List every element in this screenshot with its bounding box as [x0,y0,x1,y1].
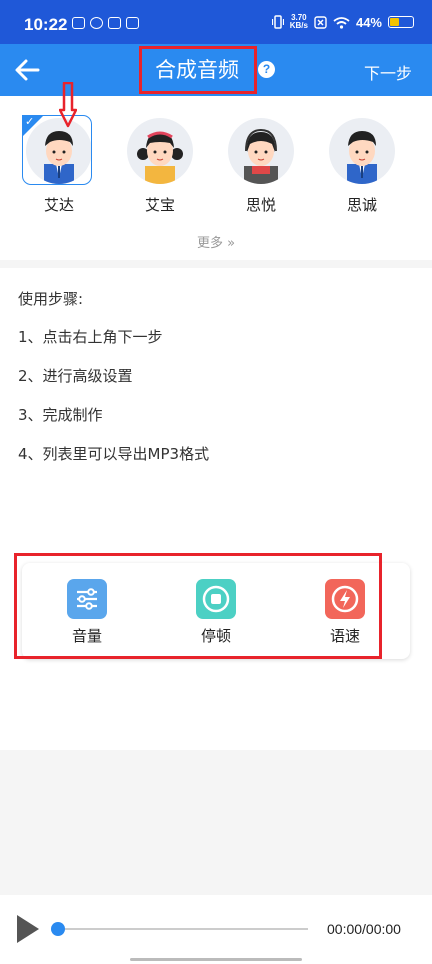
battery-level [390,18,399,26]
notification-icons [72,17,139,29]
male-avatar-icon [347,131,377,184]
step-item: 1、点击右上角下一步 [18,328,163,346]
voice-name: 思悦 [245,196,276,214]
title-highlight-box [139,46,257,94]
voice-item-aibao[interactable]: 艾宝 [125,118,195,215]
step-item: 4、列表里可以导出MP3格式 [18,445,210,463]
vibrate-icon [271,15,284,29]
avatar-sicheng [329,118,395,184]
step-item: 2、进行高级设置 [18,367,133,385]
progress-knob[interactable] [51,922,65,936]
play-icon[interactable] [17,915,39,943]
section-divider [0,260,432,268]
network-speed: 3.70 KB/s [289,13,308,30]
home-indicator[interactable] [130,958,302,961]
voice-item-sicheng[interactable]: 思诚 [327,118,397,215]
controls-highlight-box [14,553,382,659]
back-arrow-icon[interactable] [12,54,44,86]
wifi-icon [333,16,350,29]
progress-slider[interactable] [54,928,308,930]
audio-player: 00:00/00:00 [0,895,432,964]
headset-avatar-icon [244,128,278,184]
avatar-aibao [127,118,193,184]
empty-area [0,750,432,895]
next-step-button[interactable]: 下一步 [364,60,412,84]
voice-item-siyue[interactable]: 思悦 [226,118,296,215]
usage-steps: 使用步骤: 1、点击右上角下一步 2、进行高级设置 3、完成制作 4、列表里可以… [0,268,432,540]
voice-name: 艾宝 [144,196,175,214]
sim-icon [72,17,85,29]
annotation-arrow-icon [59,82,77,128]
battery-icon [388,16,414,28]
app-notification-icon [90,17,103,29]
more-voices-link[interactable]: 更多 » [0,232,432,251]
step-item: 3、完成制作 [18,406,103,424]
steps-title: 使用步骤: [18,290,84,308]
voice-item-aida[interactable]: ✓ 艾达 [22,115,94,215]
status-time: 10:22 [24,15,68,34]
no-sim-icon [314,15,327,29]
voice-name: 艾达 [43,196,74,214]
avatar-siyue [228,118,294,184]
girl-avatar-icon [137,131,183,184]
check-icon: ✓ [25,115,35,128]
tiktok-icon [126,17,139,29]
help-icon[interactable]: ? [258,61,275,78]
mail-icon [108,17,121,29]
time-readout: 00:00/00:00 [327,921,401,937]
status-bar: 10:22 3.70 KB/s 44% [0,0,432,44]
status-right: 3.70 KB/s 44% [271,13,414,30]
battery-percent: 44% [355,14,382,30]
voice-name: 思诚 [346,196,377,214]
